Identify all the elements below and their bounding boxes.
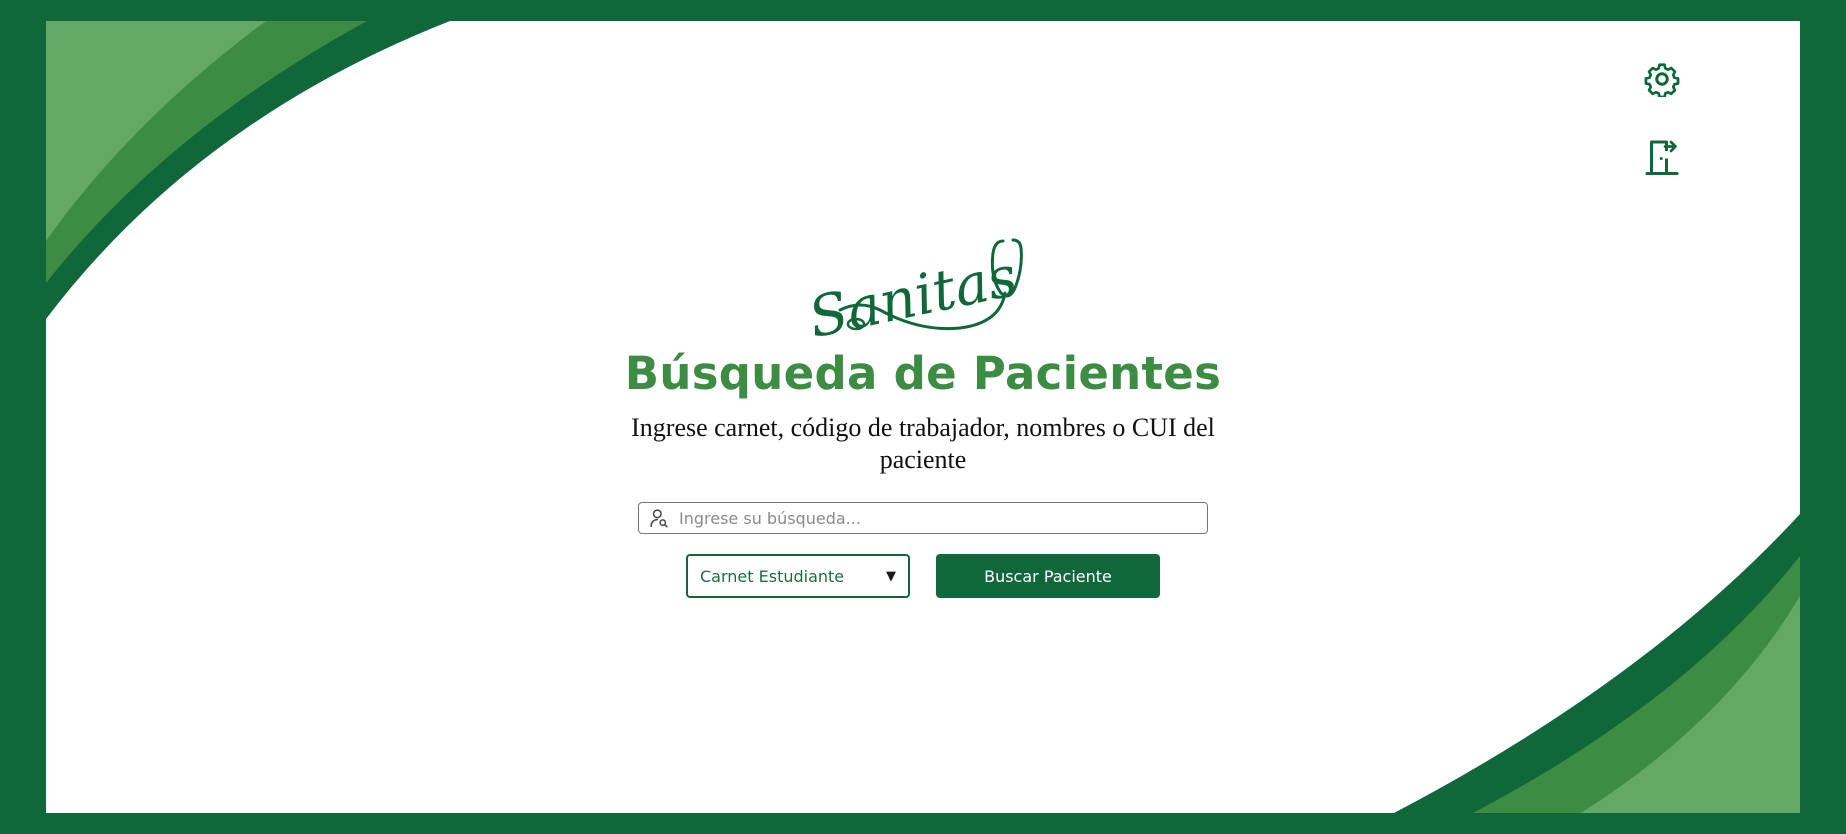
sanitas-logo: Sanitas	[803, 238, 1023, 341]
search-patient-button[interactable]: Buscar Paciente	[936, 554, 1160, 598]
settings-button[interactable]	[1642, 59, 1682, 99]
dropdown-triangle-icon: ▼	[886, 568, 896, 584]
search-controls: Carnet Estudiante ▼ Buscar Paciente	[686, 554, 1160, 598]
search-type-select[interactable]: Carnet Estudiante ▼	[686, 554, 910, 598]
page-title: Búsqueda de Pacientes	[624, 347, 1222, 400]
logout-button[interactable]	[1642, 137, 1682, 177]
search-panel: Sanitas Búsqueda de Pacientes Ingrese ca…	[46, 231, 1800, 598]
exit-door-icon	[1645, 140, 1679, 175]
page-subtitle: Ingrese carnet, código de trabajador, no…	[631, 413, 1215, 474]
gear-icon	[1644, 63, 1680, 97]
main-card: Sanitas Búsqueda de Pacientes Ingrese ca…	[46, 21, 1800, 813]
search-input[interactable]	[677, 507, 1197, 529]
search-field[interactable]	[638, 502, 1208, 534]
logo-wordmark: Sanitas	[803, 244, 1022, 341]
user-search-icon	[650, 509, 668, 528]
search-type-selected: Carnet Estudiante	[700, 566, 845, 586]
top-right-actions	[1642, 59, 1682, 177]
